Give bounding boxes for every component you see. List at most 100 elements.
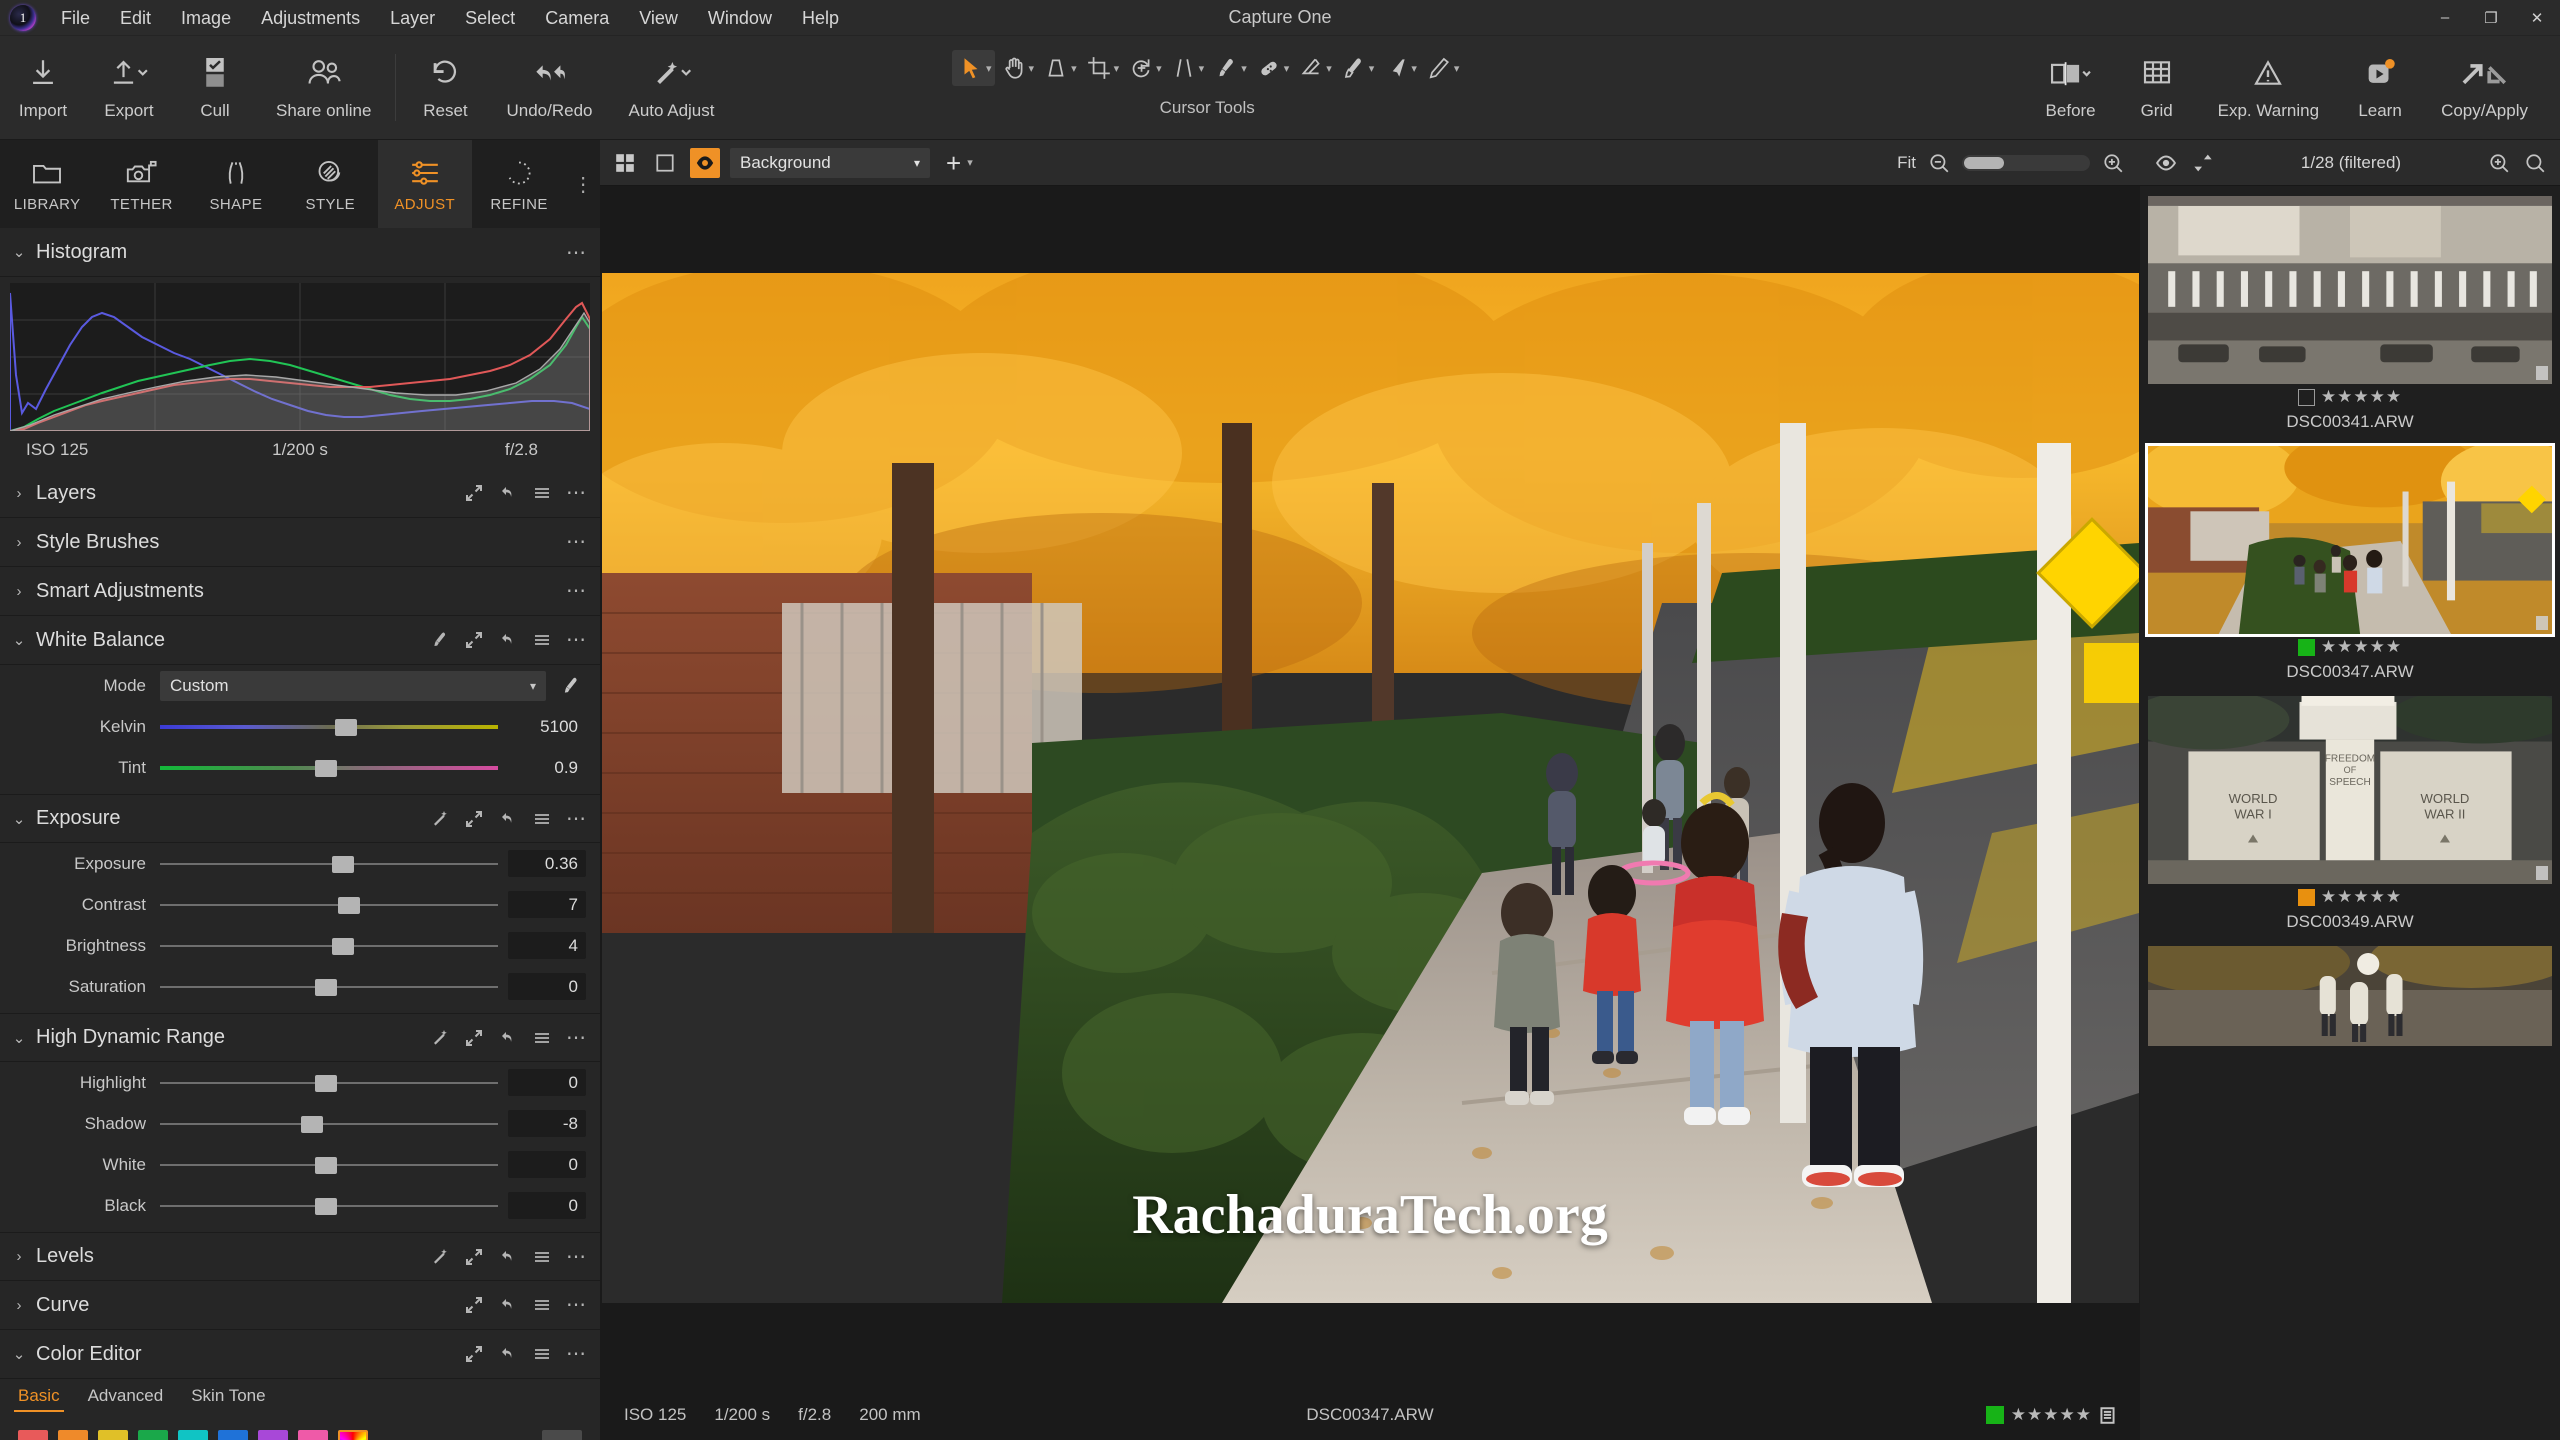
reset-arrow-icon[interactable] bbox=[498, 630, 518, 650]
chevron-down-icon[interactable]: ▾ bbox=[1029, 62, 1035, 75]
sort-arrows-icon[interactable] bbox=[2192, 151, 2214, 175]
histogram-more-button[interactable]: ⋯ bbox=[566, 240, 586, 265]
tool-dodge-pen[interactable]: ▾ bbox=[1335, 50, 1378, 86]
shadow-value[interactable]: -8 bbox=[508, 1110, 586, 1137]
thumbnail-bridge[interactable] bbox=[2148, 196, 2552, 384]
panel-header-color-editor[interactable]: ⌄ Color Editor ⋯ bbox=[0, 1330, 600, 1379]
close-button[interactable]: ✕ bbox=[2514, 0, 2560, 36]
reset-arrow-icon[interactable] bbox=[498, 1028, 518, 1048]
list-item[interactable]: WORLD WAR I WORLD WAR II FREEDOM OF SPEE… bbox=[2140, 692, 2560, 942]
slider-knob[interactable] bbox=[314, 1156, 337, 1174]
tool-pan-hand[interactable]: ▾ bbox=[995, 50, 1038, 86]
more-options-icon[interactable]: ⋯ bbox=[566, 483, 586, 503]
zoom-slider[interactable] bbox=[1962, 154, 2090, 171]
tool-tabs-overflow-button[interactable]: ⋮ bbox=[566, 140, 600, 228]
cull-button[interactable]: Cull bbox=[172, 36, 258, 139]
tool-tab-bar[interactable]: LIBRARY TETHER SHAPE STYLE ADJUST REFINE… bbox=[0, 140, 600, 228]
auto-adjust-button[interactable]: Auto Adjust bbox=[610, 36, 732, 139]
swatch-more-button[interactable]: ⋯ bbox=[542, 1430, 582, 1440]
search-icon[interactable] bbox=[2524, 152, 2546, 174]
tab-skin-tone[interactable]: Skin Tone bbox=[191, 1386, 265, 1412]
chevron-down-icon[interactable]: ▾ bbox=[1199, 62, 1205, 75]
highlight-slider[interactable] bbox=[160, 1071, 498, 1095]
chevron-down-icon[interactable]: ⌄ bbox=[10, 810, 28, 828]
menu-camera[interactable]: Camera bbox=[530, 3, 624, 33]
white-slider[interactable] bbox=[160, 1153, 498, 1177]
share-online-button[interactable]: Share online bbox=[258, 36, 389, 139]
swatch-blue[interactable] bbox=[218, 1430, 248, 1440]
expand-icon[interactable] bbox=[464, 1295, 484, 1315]
saturation-value[interactable]: 0 bbox=[508, 973, 586, 1000]
copy-apply-button[interactable]: Copy/Apply bbox=[2423, 36, 2546, 139]
slider-knob[interactable] bbox=[314, 1197, 337, 1215]
list-item[interactable] bbox=[2140, 942, 2560, 1056]
histogram-graph[interactable] bbox=[10, 283, 590, 431]
chevron-down-icon[interactable]: ⌄ bbox=[10, 1345, 28, 1363]
exposure-warning-button[interactable]: Exp. Warning bbox=[2200, 36, 2337, 139]
stars[interactable]: ★★★★★ bbox=[2321, 637, 2402, 657]
status-color-tag[interactable] bbox=[1985, 1406, 2004, 1424]
saturation-slider[interactable] bbox=[160, 975, 498, 999]
reset-arrow-icon[interactable] bbox=[498, 809, 518, 829]
menu-lines-icon[interactable] bbox=[532, 630, 552, 650]
exposure-slider[interactable] bbox=[160, 852, 498, 876]
menu-lines-icon[interactable] bbox=[532, 1247, 552, 1267]
reset-arrow-icon[interactable] bbox=[498, 1344, 518, 1364]
contrast-slider[interactable] bbox=[160, 893, 498, 917]
chevron-down-icon[interactable]: ▾ bbox=[1411, 62, 1417, 75]
thumbnail-cheer[interactable] bbox=[2148, 946, 2552, 1046]
add-layer-button[interactable]: + ▾ bbox=[940, 150, 979, 176]
import-button[interactable]: Import bbox=[0, 36, 86, 139]
chevron-down-icon[interactable]: ▾ bbox=[1284, 62, 1290, 75]
reset-arrow-icon[interactable] bbox=[498, 1247, 518, 1267]
menu-help[interactable]: Help bbox=[787, 3, 854, 33]
panel-header-white-balance[interactable]: ⌄ White Balance ⋯ bbox=[0, 616, 600, 665]
tab-adjust[interactable]: ADJUST bbox=[377, 140, 472, 228]
color-swatches[interactable]: ⋯ bbox=[0, 1419, 600, 1440]
more-options-icon[interactable]: ⋯ bbox=[566, 809, 586, 829]
more-options-icon[interactable]: ⋯ bbox=[566, 1295, 586, 1315]
stars[interactable]: ★★★★★ bbox=[2321, 387, 2402, 407]
white-balance-mode-select[interactable]: Custom ▾ bbox=[160, 670, 546, 701]
before-button[interactable]: Before bbox=[2028, 36, 2114, 139]
chevron-down-icon[interactable]: ▾ bbox=[967, 156, 973, 169]
tool-rotate[interactable]: ▾ bbox=[1122, 50, 1165, 86]
chevron-down-icon[interactable]: ▾ bbox=[1369, 62, 1375, 75]
menu-lines-icon[interactable] bbox=[532, 483, 552, 503]
tool-select-arrow[interactable]: ▾ bbox=[952, 50, 995, 86]
black-slider[interactable] bbox=[160, 1194, 498, 1218]
swatch-color-wheel[interactable] bbox=[338, 1430, 368, 1440]
menu-image[interactable]: Image bbox=[166, 3, 246, 33]
swatch-red[interactable] bbox=[18, 1430, 48, 1440]
panel-header-style-brushes[interactable]: › Style Brushes ⋯ bbox=[0, 518, 600, 567]
slider-knob[interactable] bbox=[338, 896, 361, 914]
tab-shape[interactable]: SHAPE bbox=[189, 140, 283, 228]
auto-wand-icon[interactable] bbox=[430, 1247, 450, 1267]
tool-draw-pen[interactable]: ▾ bbox=[1420, 50, 1463, 86]
slider-knob[interactable] bbox=[334, 718, 357, 736]
maximize-button[interactable]: ❐ bbox=[2468, 0, 2514, 36]
color-editor-tabs[interactable]: Basic Advanced Skin Tone bbox=[0, 1379, 600, 1419]
minimize-button[interactable]: – bbox=[2422, 0, 2468, 36]
stars[interactable]: ★★★★★ bbox=[2321, 887, 2402, 907]
tab-advanced[interactable]: Advanced bbox=[88, 1386, 164, 1412]
chevron-right-icon[interactable]: › bbox=[10, 485, 28, 502]
slider-knob[interactable] bbox=[314, 759, 337, 777]
chevron-down-icon[interactable]: ▾ bbox=[1241, 62, 1247, 75]
tab-basic[interactable]: Basic bbox=[14, 1386, 64, 1412]
auto-wand-icon[interactable] bbox=[430, 809, 450, 829]
panel-header-levels[interactable]: › Levels ⋯ bbox=[0, 1232, 600, 1281]
eye-icon[interactable] bbox=[2154, 151, 2178, 175]
chevron-right-icon[interactable]: › bbox=[10, 583, 28, 600]
chevron-down-icon[interactable]: ⌄ bbox=[10, 1029, 28, 1047]
more-options-icon[interactable]: ⋯ bbox=[566, 532, 586, 552]
slider-knob[interactable] bbox=[301, 1115, 324, 1133]
chevron-down-icon[interactable]: ▾ bbox=[914, 156, 920, 170]
chevron-right-icon[interactable]: › bbox=[10, 1248, 28, 1265]
tool-keystone[interactable]: ▾ bbox=[1165, 50, 1208, 86]
learn-button[interactable]: Learn bbox=[2337, 36, 2423, 139]
zoom-out-icon[interactable] bbox=[1928, 152, 1950, 174]
more-options-icon[interactable]: ⋯ bbox=[566, 1247, 586, 1267]
window-controls[interactable]: – ❐ ✕ bbox=[2422, 0, 2560, 35]
cursor-tools-row[interactable]: ▾ ▾ ▾ ▾ ▾ ▾ ▾ ▾ ▾ ▾ ▾ ▾ bbox=[952, 50, 1462, 86]
